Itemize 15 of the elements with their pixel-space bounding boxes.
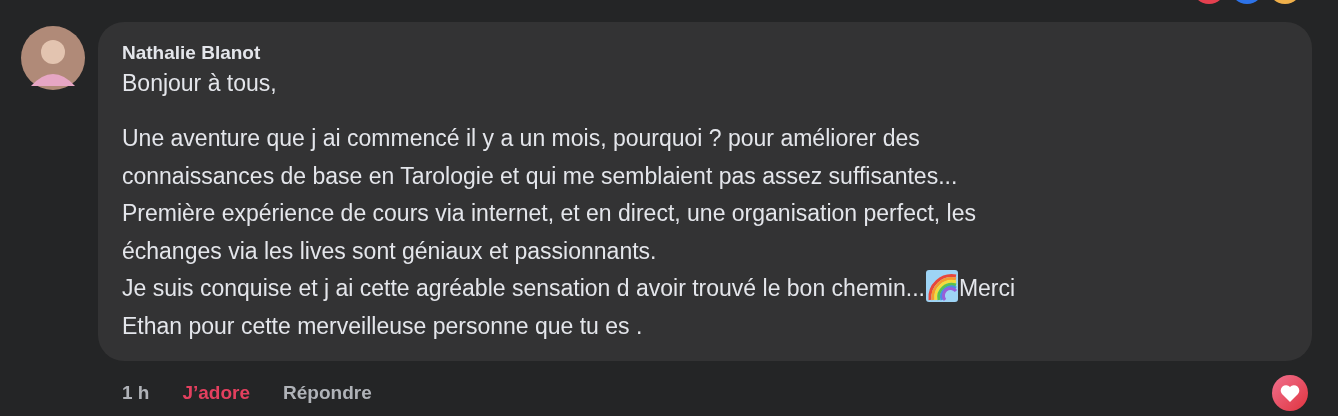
reply-button[interactable]: Répondre [283, 378, 372, 408]
avatar [21, 26, 85, 90]
comment-time[interactable]: 1 h [122, 378, 150, 408]
heart-reaction-icon [1272, 375, 1308, 411]
rainbow-icon [925, 270, 958, 302]
comment-text: Bonjour à tous, [122, 69, 278, 98]
love-button[interactable]: J’adore [182, 378, 251, 408]
comment-text: échanges via les lives sont géniaux et passionnants. [122, 237, 657, 264]
comment-text: connaissances de base en Tarologie et qui me semblaient pas assez suffisantes... [122, 162, 958, 189]
comment-text: Je suis conquise et j ai cette agréable sensation d avoir trouvé le bon chemin... [122, 275, 925, 301]
comment-text: Ethan pour cette merveilleuse personne que tu es . [122, 312, 643, 339]
comment-text: Une aventure que j ai commencé il y a un mois, pourquoi ? pour améliorer des [122, 125, 920, 151]
comment-text: Merci [958, 275, 1016, 301]
author-name[interactable]: Nathalie Blanot [122, 40, 1292, 66]
comment-text: Première expérience de cours via internet, et en direct, une organisation perfect, les [122, 200, 977, 226]
